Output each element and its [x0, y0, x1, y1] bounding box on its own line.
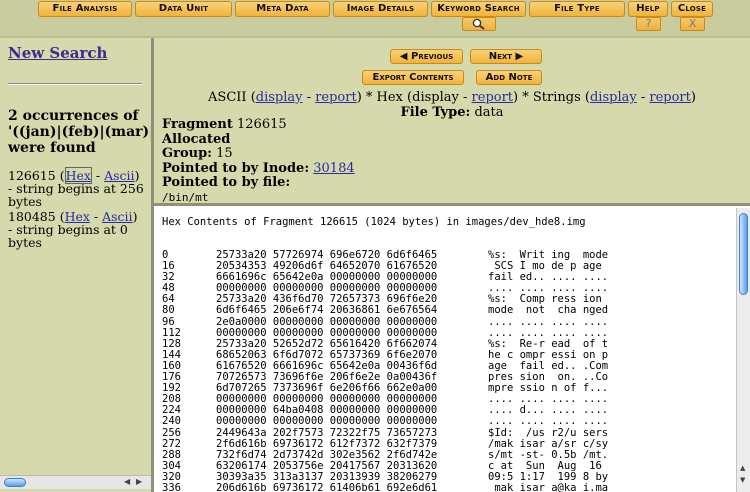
hex-row: 96 2e0a0000 00000000 00000000 00000000...… [162, 315, 609, 328]
previous-label: Previous [410, 51, 454, 62]
top-toolbar: File Analysis Data Unit Meta Data Image … [0, 0, 750, 38]
row-ascii: mak isar a@ka i.ma [488, 481, 609, 492]
result-note: - string begins at 0 bytes [8, 222, 128, 250]
row-hex: 2449643a 202f7573 72322f75 73657273 [216, 426, 438, 439]
next-label: Next [488, 51, 513, 62]
strings-display-link[interactable]: display [590, 90, 637, 105]
file-label: Pointed to by file: [162, 175, 291, 190]
scrollbar-thumb[interactable] [4, 478, 26, 487]
allocation-status: Allocated [162, 131, 231, 147]
row-ascii: .... .... .... .... [488, 315, 609, 328]
hex-row: 336 206d616b 69736172 61406b61 692e6d61 m… [162, 481, 609, 492]
occurrences-line: '((jan)|(feb)|(mar)|(ap [8, 124, 154, 140]
result-item: 180485 (Hex - Ascii) - string begins at … [8, 210, 151, 250]
arrow-right-icon: ▶ [515, 51, 524, 62]
next-button[interactable]: Next ▶ [470, 49, 542, 64]
group-value: 15 [216, 146, 233, 161]
file-type-button[interactable]: File Type [529, 1, 625, 17]
scrollbar-thumb[interactable] [739, 213, 748, 295]
hex-display-current: display [412, 90, 459, 105]
inode-link[interactable]: 30184 [313, 161, 354, 176]
keyword-search-button[interactable]: Keyword Search [431, 1, 526, 17]
group-label: Group: [162, 146, 212, 161]
vertical-scrollbar[interactable]: ▲ ▼ [736, 208, 750, 492]
row-ascii: $Id: /us r2/u sers [488, 426, 609, 439]
content-title: Hex Contents of Fragment 126615 (1024 by… [162, 216, 586, 228]
fragment-details-pane: ◀ Previous Next ▶ Export Contents Add No… [154, 38, 750, 206]
help-button[interactable]: Help [628, 1, 668, 17]
occurrences-heading: 2 occurrences of '((jan)|(feb)|(mar)|(ap… [8, 108, 154, 156]
export-contents-button[interactable]: Export Contents [362, 70, 464, 85]
file-path: /bin/mt [162, 190, 209, 204]
inode-label: Pointed to by Inode: [162, 160, 310, 176]
data-unit-button[interactable]: Data Unit [135, 1, 232, 17]
hex-report-link[interactable]: report [472, 90, 514, 105]
row-ascii: .... .... .... .... [488, 415, 609, 428]
new-search-link[interactable]: New Search [8, 44, 107, 62]
file-type-label: File Type: [400, 105, 471, 120]
row-offset: 256 [162, 426, 181, 439]
scroll-down-icon[interactable]: ▼ [740, 476, 745, 484]
view-mode-line: ASCII (display - report) * Hex (display … [208, 90, 696, 105]
hex-label: Hex [376, 90, 403, 105]
row-hex: 6d6f6465 206e6f74 20636861 6e676564 [216, 304, 438, 317]
row-hex: 206d616b 69736172 61406b61 692e6d61 [216, 481, 438, 492]
hex-content-pane: Hex Contents of Fragment 126615 (1024 by… [154, 208, 750, 492]
hex-row: 80 6d6f6465 206e6f74 20636861 6e676564 mod… [162, 305, 608, 316]
previous-button[interactable]: ◀ Previous [390, 49, 463, 64]
fragment-value: 126615 [237, 117, 287, 132]
ascii-label: ASCII [208, 90, 247, 105]
row-offset: 240 [162, 415, 181, 428]
meta-data-button[interactable]: Meta Data [235, 1, 330, 17]
magnifier-icon [472, 18, 485, 30]
fragment-metadata: Fragment 126615 Allocated Group: 15 Poin… [162, 117, 355, 205]
arrow-left-icon: ◀ [399, 51, 408, 62]
row-offset: 336 [162, 481, 181, 492]
row-offset: 96 [162, 315, 175, 328]
help-icon[interactable]: ? [636, 17, 661, 31]
row-ascii: mode not cha nged [488, 304, 609, 317]
fragment-label: Fragment [162, 117, 233, 132]
image-details-button[interactable]: Image Details [333, 1, 428, 17]
divider [8, 83, 142, 85]
hex-row: 256 2449643a 202f7573 72322f75 73657273 $I… [162, 426, 609, 439]
ascii-display-link[interactable]: display [256, 90, 303, 105]
row-hex: 2e0a0000 00000000 00000000 00000000 [216, 315, 438, 328]
close-icon[interactable]: X [680, 17, 705, 31]
keyword-search-tab[interactable] [462, 17, 496, 31]
close-button[interactable]: Close [671, 1, 713, 17]
scroll-right-icon[interactable]: ▶ [136, 477, 142, 486]
hex-dump: 0 25733a20 57726974 696e6720 6d6f6465 %s: … [162, 249, 609, 492]
ascii-report-link[interactable]: report [315, 90, 357, 105]
row-offset: 80 [162, 304, 175, 317]
search-results-pane: New Search 2 occurrences of '((jan)|(feb… [0, 38, 154, 492]
occurrences-line: were found [8, 140, 96, 156]
add-note-button[interactable]: Add Note [476, 70, 542, 85]
hex-row: 240 00000000 00000000 00000000 00000000..… [162, 416, 608, 427]
result-note: - string begins at 256 bytes [8, 181, 144, 209]
strings-report-link[interactable]: report [649, 90, 691, 105]
file-type-value: data [474, 105, 504, 120]
result-item: 126615 (Hex - Ascii) - string begins at … [8, 167, 151, 209]
scroll-left-icon[interactable]: ◀ [124, 477, 130, 486]
row-hex: 00000000 00000000 00000000 00000000 [216, 415, 438, 428]
occurrences-line: 2 occurrences of [8, 108, 139, 124]
strings-label: Strings [532, 90, 581, 105]
file-analysis-button[interactable]: File Analysis [38, 1, 132, 17]
horizontal-scrollbar[interactable]: ◀ ▶ [0, 475, 151, 489]
scroll-up-icon[interactable]: ▲ [740, 464, 745, 472]
